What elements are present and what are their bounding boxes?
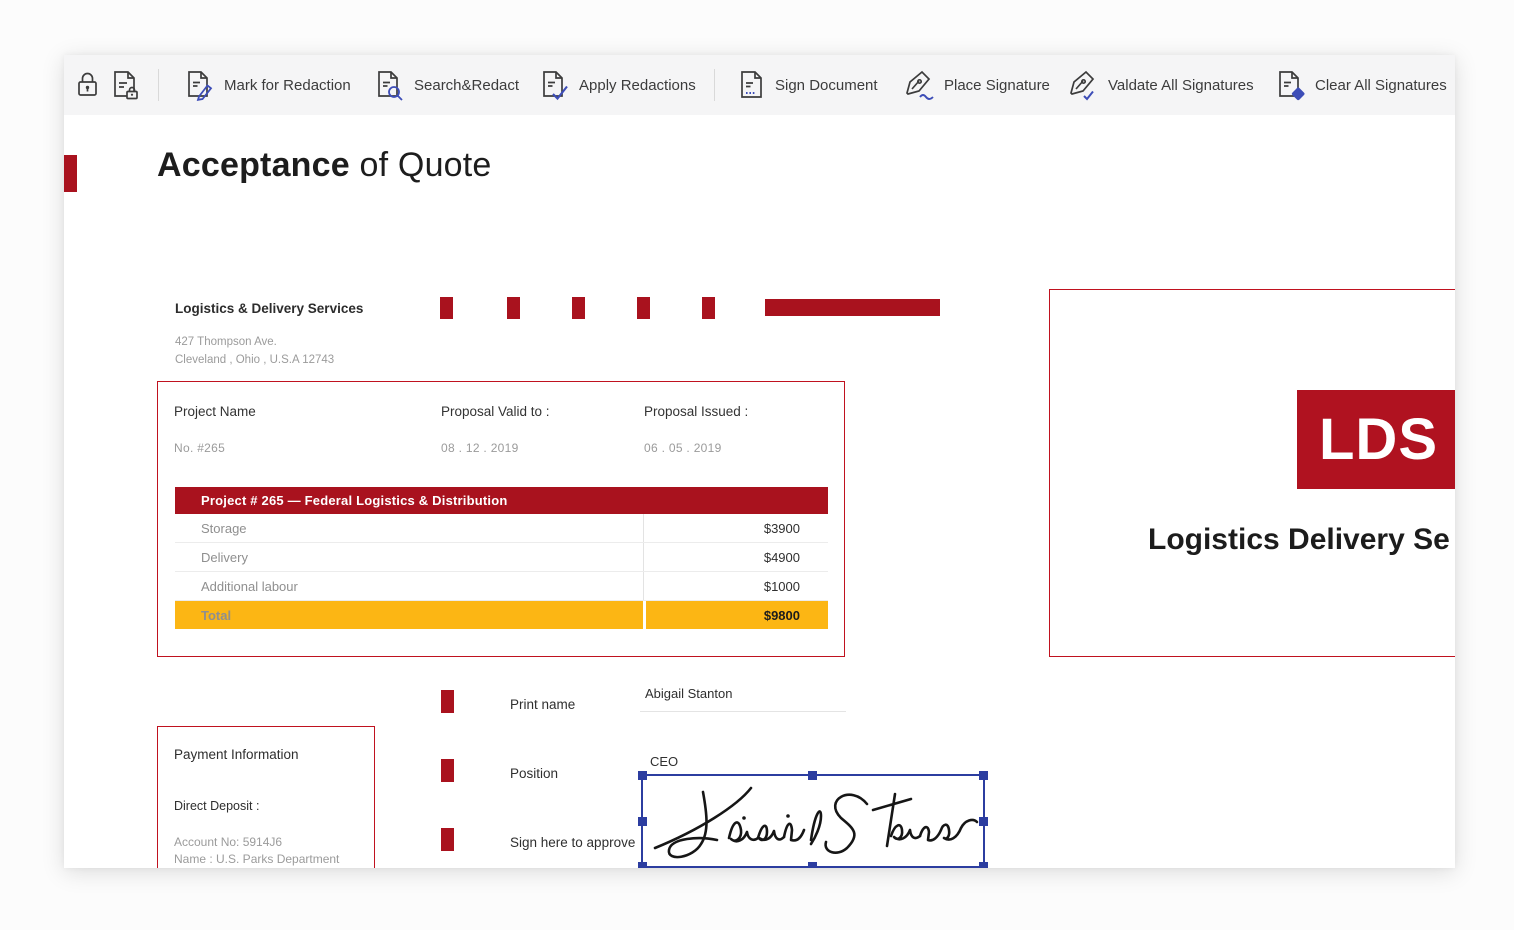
project-name-label: Project Name — [174, 404, 256, 419]
sign-here-label: Sign here to approve — [510, 835, 636, 850]
print-name-label: Print name — [510, 697, 576, 712]
payment-info-title: Payment Information — [174, 747, 299, 762]
pricing-table: Project # 265 — Federal Logistics & Dist… — [175, 487, 828, 629]
proposal-valid-value: 08 . 12 . 2019 — [441, 441, 519, 455]
resize-handle-w[interactable] — [638, 817, 647, 826]
search-redact-label: Search&Redact — [414, 76, 520, 94]
proposal-issued-label: Proposal Issued : — [644, 404, 749, 419]
resize-handle-se[interactable] — [979, 862, 988, 868]
row-amount: $3900 — [643, 514, 828, 542]
print-name-underline — [640, 711, 846, 712]
bullet-print-name — [441, 690, 454, 713]
place-signature-button[interactable]: Place Signature — [903, 55, 1050, 115]
decor-red-square — [572, 297, 585, 319]
resize-handle-sw[interactable] — [638, 862, 647, 868]
search-redact-button[interactable]: Search&Redact — [375, 55, 519, 115]
proposal-issued-value: 06 . 05 . 2019 — [644, 441, 722, 455]
validate-all-signatures-label: Valdate All Signatures — [1108, 76, 1254, 94]
company-address-line2: Cleveland , Ohio , U.S.A 12743 — [175, 354, 335, 366]
title-accent-bar — [64, 155, 77, 192]
page-title-bold: Acceptance — [157, 146, 350, 184]
decor-red-square — [440, 297, 453, 319]
row-name: Storage — [201, 520, 247, 536]
decor-red-square — [702, 297, 715, 319]
signature-annotation[interactable] — [638, 771, 988, 868]
document-signature-icon — [741, 71, 762, 98]
decor-red-square — [507, 297, 520, 319]
row-amount: $4900 — [643, 543, 828, 571]
position-label: Position — [510, 766, 559, 781]
app-window: Mark for Redaction Search&Redact Apply R… — [64, 55, 1455, 868]
document-lock-button[interactable] — [110, 55, 142, 115]
page-title-rest: of Quote — [349, 146, 492, 184]
lds-logo-text: LDS — [1319, 407, 1438, 472]
table-total-row: Total $9800 — [175, 601, 828, 629]
row-name: Additional labour — [201, 578, 298, 594]
document-pencil-icon — [188, 71, 213, 101]
proposal-valid-label: Proposal Valid to : — [441, 404, 550, 419]
pen-nib-icon — [906, 70, 934, 100]
lock-icon — [78, 72, 97, 96]
bullet-sign-here — [441, 828, 454, 851]
apply-redactions-label: Apply Redactions — [579, 76, 696, 94]
lds-logo: LDS — [1297, 390, 1455, 489]
resize-handle-s[interactable] — [808, 862, 817, 868]
table-row: Storage $3900 — [175, 514, 828, 543]
toolbar-divider — [714, 69, 715, 101]
resize-handle-ne[interactable] — [979, 771, 988, 780]
lock-button[interactable] — [74, 55, 101, 115]
print-name-field[interactable]: Abigail Stanton — [645, 686, 732, 701]
company-name: Logistics & Delivery Services — [175, 301, 364, 316]
sign-document-button[interactable]: Sign Document — [738, 55, 878, 115]
company-address-line1: 427 Thompson Ave. — [175, 336, 277, 348]
total-amount: $9800 — [643, 601, 828, 629]
document-magnifier-icon — [378, 71, 403, 101]
table-row: Delivery $4900 — [175, 543, 828, 572]
pen-nib-check-icon — [1070, 70, 1095, 101]
mark-for-redaction-button[interactable]: Mark for Redaction — [185, 55, 351, 115]
resize-handle-nw[interactable] — [638, 771, 647, 780]
payment-name: Name : U.S. Parks Department — [174, 852, 340, 866]
payment-method: Direct Deposit : — [174, 799, 260, 813]
resize-handle-n[interactable] — [808, 771, 817, 780]
clear-all-signatures-label: Clear All Signatures — [1315, 76, 1447, 94]
logo-company-name: Logistics Delivery Se — [1148, 523, 1450, 556]
total-label: Total — [201, 607, 232, 623]
place-signature-label: Place Signature — [944, 76, 1050, 94]
decor-red-bar — [765, 299, 940, 316]
bullet-position — [441, 759, 454, 782]
pricing-table-header: Project # 265 — Federal Logistics & Dist… — [175, 487, 828, 514]
validate-all-signatures-button[interactable]: Valdate All Signatures — [1067, 55, 1254, 115]
document-lock-icon — [114, 71, 138, 100]
row-name: Delivery — [201, 549, 248, 565]
payment-account: Account No: 5914J6 — [174, 835, 283, 849]
mark-for-redaction-label: Mark for Redaction — [224, 76, 351, 94]
clear-all-signatures-button[interactable]: Clear All Signatures — [1276, 55, 1447, 115]
toolbar: Mark for Redaction Search&Redact Apply R… — [64, 55, 1455, 115]
position-field[interactable]: CEO — [650, 754, 678, 769]
row-amount: $1000 — [643, 572, 828, 600]
toolbar-divider — [158, 69, 159, 101]
table-row: Additional labour $1000 — [175, 572, 828, 601]
sign-document-label: Sign Document — [775, 76, 878, 94]
document-check-icon — [543, 71, 568, 101]
signature-drawing — [653, 786, 979, 859]
page-title: Acceptance of Quote — [157, 146, 492, 185]
document-eraser-icon — [1279, 71, 1305, 101]
resize-handle-e[interactable] — [979, 817, 988, 826]
apply-redactions-button[interactable]: Apply Redactions — [540, 55, 696, 115]
project-name-value: No. #265 — [174, 441, 226, 455]
document-page: Acceptance of Quote Logistics & Delivery… — [64, 115, 1455, 868]
decor-red-square — [637, 297, 650, 319]
